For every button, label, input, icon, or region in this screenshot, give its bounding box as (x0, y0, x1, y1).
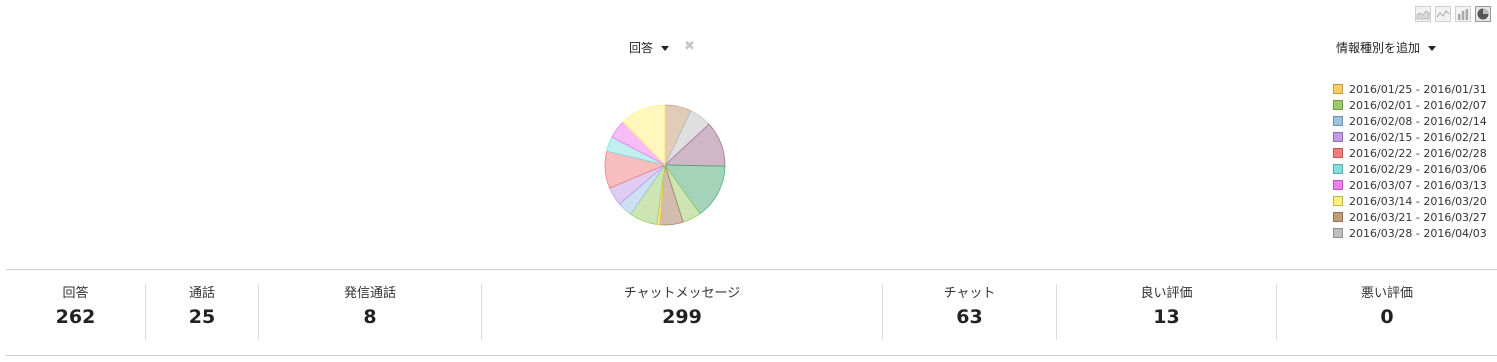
stat-value: 63 (956, 306, 983, 328)
stat-label: 回答 (62, 286, 89, 301)
legend-swatch (1333, 116, 1343, 126)
metric-dropdown-label: 回答 (629, 41, 654, 55)
bar-chart-icon[interactable] (1455, 6, 1471, 22)
legend-item[interactable]: 2016/02/29 - 2016/03/06 (1333, 161, 1487, 177)
stat-label: 良い評価 (1140, 286, 1193, 301)
stat-answers: 回答 262 (6, 284, 145, 340)
legend-swatch (1333, 100, 1343, 110)
area-chart-icon[interactable] (1415, 6, 1431, 22)
add-info-type-label: 情報種別を追加 (1336, 41, 1421, 55)
stat-outbound-calls: 発信通話 8 (259, 284, 481, 340)
legend-item[interactable]: 2016/02/08 - 2016/02/14 (1333, 113, 1487, 129)
report-panel: 回答 ✖ 情報種別を追加 2016/01/25 - 2016/01/31 2016… (0, 0, 1497, 362)
legend-label: 2016/01/25 - 2016/01/31 (1349, 82, 1487, 96)
legend-label: 2016/02/15 - 2016/02/21 (1349, 130, 1487, 144)
chart-type-switcher (1415, 6, 1491, 22)
legend-label: 2016/02/08 - 2016/02/14 (1349, 114, 1487, 128)
chevron-down-icon (661, 46, 670, 51)
stat-label: チャット (943, 286, 996, 301)
stats-divider-bottom (6, 355, 1497, 356)
stats-divider-top (6, 269, 1497, 270)
stat-value: 8 (363, 306, 377, 328)
legend-swatch (1333, 132, 1343, 142)
stat-value: 262 (55, 306, 96, 328)
legend-label: 2016/02/01 - 2016/02/07 (1349, 98, 1487, 112)
legend-label: 2016/03/14 - 2016/03/20 (1349, 194, 1487, 208)
stat-chats: チャット 63 (883, 284, 1056, 340)
legend-item[interactable]: 2016/03/07 - 2016/03/13 (1333, 177, 1487, 193)
stat-value: 25 (188, 306, 216, 328)
legend-item[interactable]: 2016/02/15 - 2016/02/21 (1333, 129, 1487, 145)
stat-label: 悪い評価 (1360, 286, 1413, 301)
legend-item[interactable]: 2016/02/01 - 2016/02/07 (1333, 97, 1487, 113)
stat-good-ratings: 良い評価 13 (1057, 284, 1276, 340)
chart-legend: 2016/01/25 - 2016/01/31 2016/02/01 - 2016… (1333, 81, 1487, 241)
stat-value: 0 (1380, 306, 1394, 328)
legend-label: 2016/02/29 - 2016/03/06 (1349, 162, 1487, 176)
stat-label: 通話 (188, 286, 215, 301)
legend-item[interactable]: 2016/03/14 - 2016/03/20 (1333, 193, 1487, 209)
legend-label: 2016/02/22 - 2016/02/28 (1349, 146, 1487, 160)
legend-item[interactable]: 2016/03/28 - 2016/04/03 (1333, 225, 1487, 241)
close-icon[interactable]: ✖ (684, 40, 695, 54)
legend-label: 2016/03/21 - 2016/03/27 (1349, 210, 1487, 224)
pie-chart-svg (604, 104, 726, 226)
stat-chat-messages: チャットメッセージ 299 (482, 284, 882, 340)
legend-swatch (1333, 84, 1343, 94)
legend-swatch (1333, 164, 1343, 174)
legend-swatch (1333, 196, 1343, 206)
legend-swatch (1333, 212, 1343, 222)
stat-calls: 通話 25 (146, 284, 258, 340)
stat-bad-ratings: 悪い評価 0 (1277, 284, 1497, 340)
legend-item[interactable]: 2016/01/25 - 2016/01/31 (1333, 81, 1487, 97)
line-chart-icon[interactable] (1435, 6, 1451, 22)
legend-label: 2016/03/28 - 2016/04/03 (1349, 226, 1487, 240)
pie-chart-icon[interactable] (1475, 6, 1491, 22)
legend-item[interactable]: 2016/02/22 - 2016/02/28 (1333, 145, 1487, 161)
legend-swatch (1333, 148, 1343, 158)
legend-swatch (1333, 180, 1343, 190)
pie-chart (590, 90, 740, 240)
stat-label: チャットメッセージ (623, 286, 741, 301)
stat-value: 299 (662, 306, 702, 328)
stat-value: 13 (1153, 306, 1180, 328)
legend-swatch (1333, 228, 1343, 238)
metric-dropdown[interactable]: 回答 (629, 39, 670, 56)
legend-label: 2016/03/07 - 2016/03/13 (1349, 178, 1487, 192)
stat-label: 発信通話 (343, 286, 396, 301)
add-info-type-dropdown[interactable]: 情報種別を追加 (1336, 39, 1437, 56)
chevron-down-icon (1428, 46, 1437, 51)
legend-item[interactable]: 2016/03/21 - 2016/03/27 (1333, 209, 1487, 225)
